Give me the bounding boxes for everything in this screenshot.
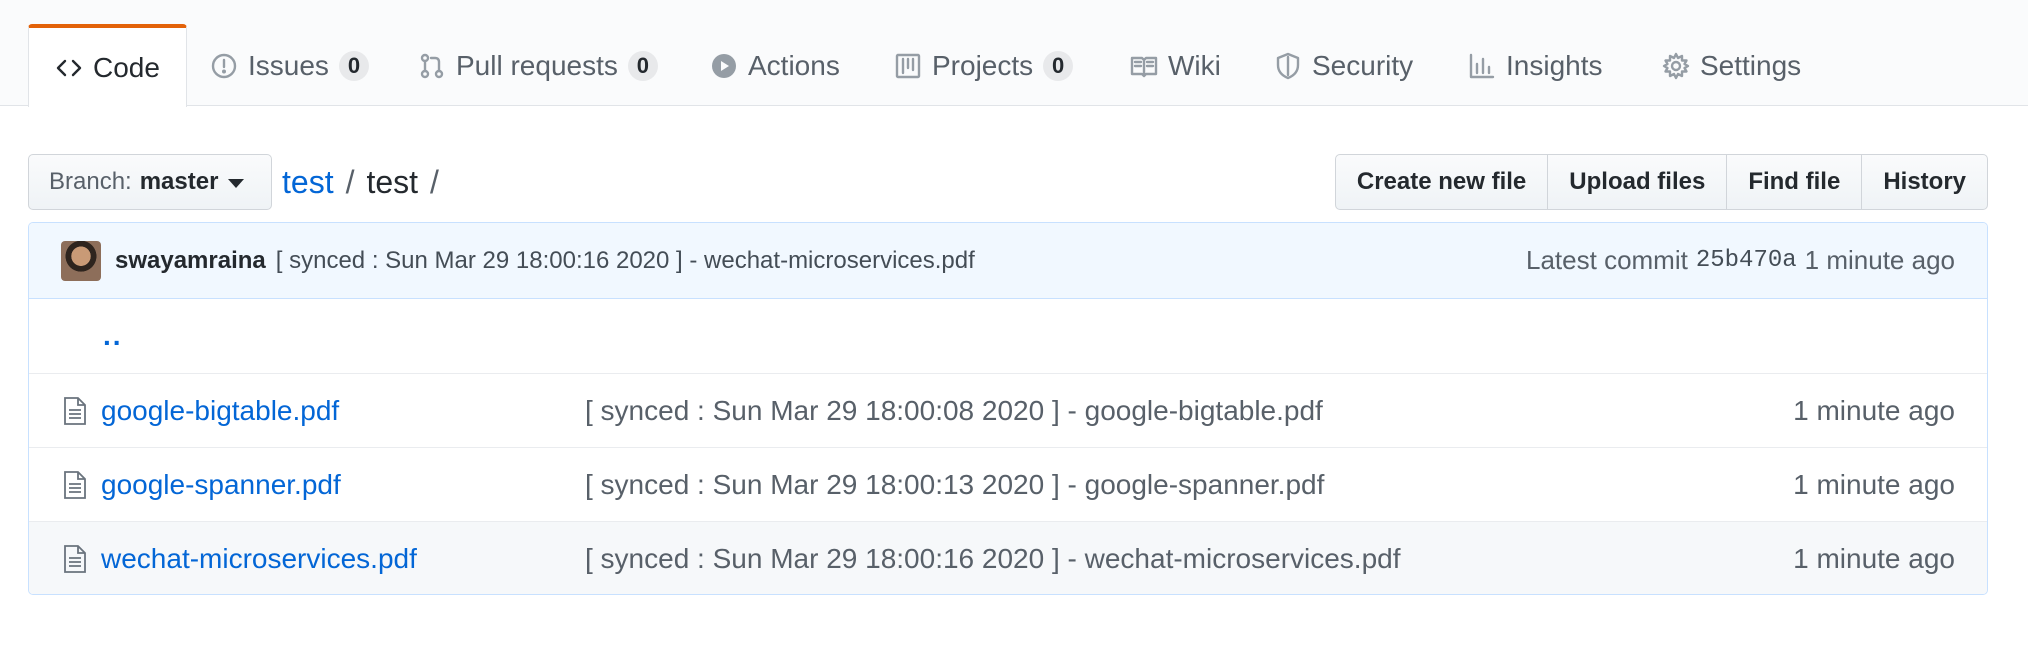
play-icon — [712, 54, 736, 78]
file-commit-message[interactable]: [ synced : Sun Mar 29 18:00:13 2020 ] - … — [585, 469, 1793, 501]
breadcrumb: test / test / — [282, 160, 439, 204]
avatar[interactable] — [61, 240, 101, 281]
file-rows: .. google-bigtable.pdf [ synced : Sun Ma… — [29, 299, 1987, 594]
parent-directory-link[interactable]: .. — [103, 320, 123, 352]
tab-wiki[interactable]: Wiki — [1104, 26, 1247, 106]
tab-label: Issues — [248, 50, 329, 81]
tab-actions[interactable]: Actions — [684, 26, 866, 106]
commit-age: 1 minute ago — [1804, 245, 1955, 275]
shield-icon — [1276, 52, 1300, 80]
latest-commit-label: Latest commit — [1526, 245, 1688, 275]
tab-security[interactable]: Security — [1248, 26, 1439, 106]
repo-tab-nav: Code Issues 0 Pull requests 0 Actions Pr… — [0, 0, 2028, 107]
issue-icon — [211, 53, 237, 79]
breadcrumb-current-folder: test — [366, 163, 419, 200]
tab-projects[interactable]: Projects 0 — [868, 26, 1099, 106]
file-row: wechat-microservices.pdf [ synced : Sun … — [29, 521, 1987, 594]
tab-label: Wiki — [1168, 50, 1221, 81]
tab-settings[interactable]: Settings — [1636, 26, 1827, 106]
create-new-file-button[interactable]: Create new file — [1334, 154, 1549, 210]
branch-select-button[interactable]: Branch: master — [28, 154, 272, 210]
pull-request-icon — [420, 53, 444, 79]
commit-message[interactable]: [ synced : Sun Mar 29 18:00:16 2020 ] - … — [276, 247, 975, 275]
tab-label: Settings — [1700, 50, 1802, 81]
file-icon — [61, 396, 89, 426]
tab-label: Insights — [1506, 50, 1603, 81]
graph-icon — [1469, 53, 1495, 79]
breadcrumb-separator: / — [430, 163, 439, 200]
project-icon — [895, 53, 921, 79]
tab-label: Actions — [748, 50, 840, 81]
upload-files-button[interactable]: Upload files — [1547, 154, 1728, 210]
code-icon — [56, 59, 82, 76]
breadcrumb-separator: / — [345, 163, 355, 200]
tab-label: Projects — [932, 50, 1034, 81]
caret-down-icon — [228, 178, 245, 188]
file-row: google-bigtable.pdf [ synced : Sun Mar 2… — [29, 373, 1987, 447]
pull-requests-counter: 0 — [627, 51, 658, 81]
breadcrumb-repo-link[interactable]: test — [282, 164, 334, 201]
file-listing: swayamraina [ synced : Sun Mar 29 18:00:… — [28, 222, 1988, 595]
latest-commit-bar: swayamraina [ synced : Sun Mar 29 18:00:… — [29, 223, 1987, 299]
branch-name: master — [139, 168, 219, 195]
file-icon — [61, 470, 89, 500]
commit-sha-link[interactable]: 25b470a — [1696, 247, 1797, 274]
file-age: 1 minute ago — [1793, 542, 1955, 574]
commit-author-link[interactable]: swayamraina — [115, 247, 266, 275]
projects-counter: 0 — [1043, 51, 1074, 81]
file-age: 1 minute ago — [1793, 394, 1955, 426]
file-row: google-spanner.pdf [ synced : Sun Mar 29… — [29, 447, 1987, 521]
branch-prefix: Branch: — [49, 168, 132, 195]
tab-code[interactable]: Code — [28, 24, 187, 107]
file-age: 1 minute ago — [1793, 468, 1955, 500]
file-name-link[interactable]: wechat-microservices.pdf — [101, 543, 585, 575]
file-name-link[interactable]: google-bigtable.pdf — [101, 395, 585, 427]
file-icon — [61, 544, 89, 574]
tab-label: Pull requests — [456, 50, 618, 81]
issues-counter: 0 — [338, 51, 369, 81]
tab-insights[interactable]: Insights — [1442, 26, 1629, 106]
file-name-link[interactable]: google-spanner.pdf — [101, 469, 585, 501]
file-actions: Create new file Upload files Find file H… — [1334, 154, 1988, 210]
tab-label: Security — [1312, 50, 1414, 81]
parent-directory-row: .. — [29, 299, 1987, 373]
file-commit-message[interactable]: [ synced : Sun Mar 29 18:00:16 2020 ] - … — [585, 543, 1793, 575]
find-file-button[interactable]: Find file — [1726, 154, 1863, 210]
gear-icon — [1662, 52, 1690, 80]
file-commit-message[interactable]: [ synced : Sun Mar 29 18:00:08 2020 ] - … — [585, 395, 1793, 427]
tab-issues[interactable]: Issues 0 — [184, 26, 395, 106]
history-button[interactable]: History — [1861, 154, 1988, 210]
commit-meta: Latest commit 25b470a 1 minute ago — [1526, 245, 1955, 276]
book-icon — [1130, 56, 1158, 78]
tab-label: Code — [93, 51, 160, 83]
tab-pull-requests[interactable]: Pull requests 0 — [392, 26, 684, 106]
